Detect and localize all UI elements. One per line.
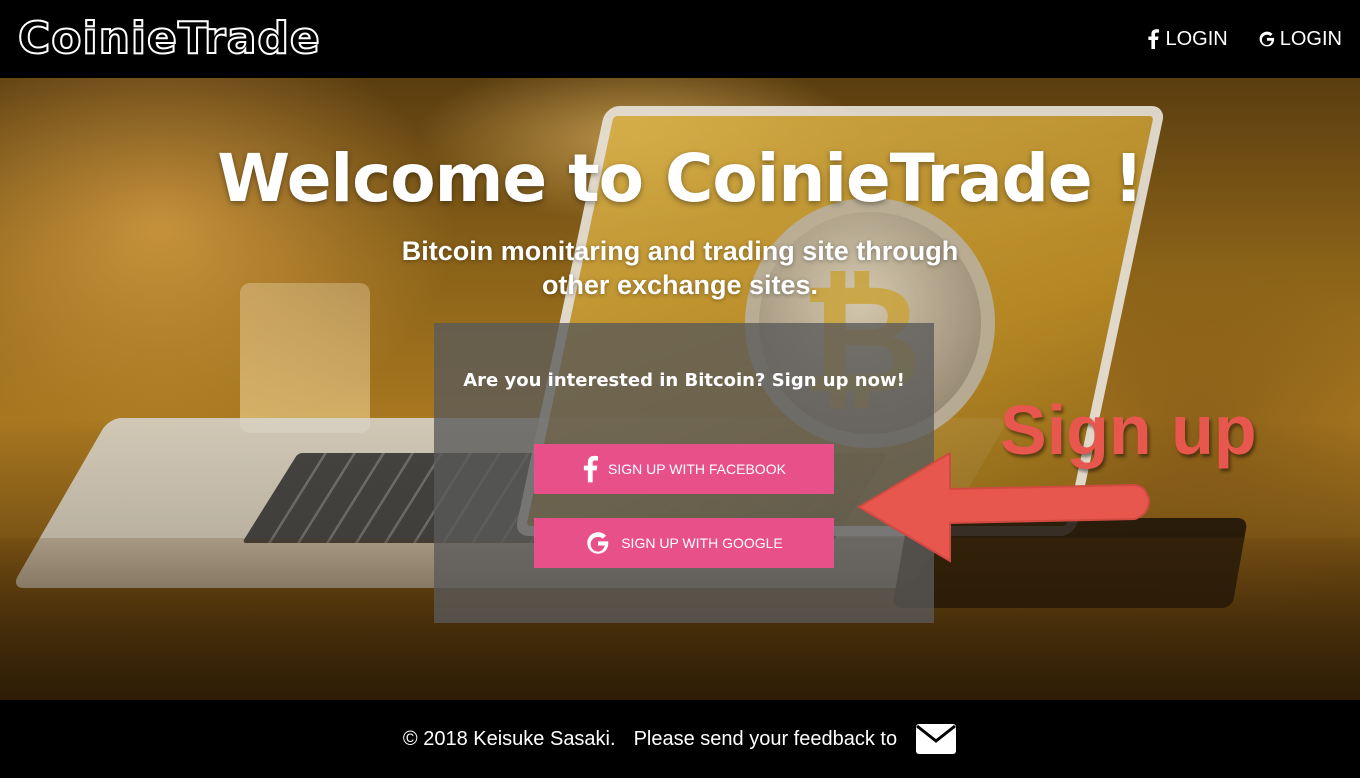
google-login-label: LOGIN (1279, 27, 1342, 50)
footer-feedback-text: Please send your feedback to (633, 727, 898, 750)
signup-prompt: Are you interested in Bitcoin? Sign up n… (463, 370, 905, 391)
signup-facebook-button[interactable]: SIGN UP WITH FACEBOOK (534, 444, 834, 494)
hero-section: ₿ Welcome to CoinieTrade ! Bitcoin monit… (0, 78, 1360, 700)
header: CoinieTrade LOGIN LOGIN (0, 0, 1360, 78)
arrow-left-icon (857, 453, 1150, 563)
google-icon (585, 530, 611, 556)
facebook-icon (1144, 29, 1162, 49)
mail-icon[interactable] (915, 723, 957, 755)
footer: © 2018 Keisuke Sasaki. Please send your … (0, 700, 1360, 778)
google-login-link[interactable]: LOGIN (1258, 28, 1342, 51)
hero-subtitle: Bitcoin monitaring and trading site thro… (401, 236, 959, 300)
login-nav: LOGIN LOGIN (1144, 28, 1342, 51)
signup-google-button[interactable]: SIGN UP WITH GOOGLE (534, 518, 834, 568)
background-glass (240, 283, 370, 433)
site-logo[interactable]: CoinieTrade (17, 16, 321, 62)
signup-google-label: SIGN UP WITH GOOGLE (621, 535, 783, 551)
facebook-login-link[interactable]: LOGIN (1144, 28, 1228, 51)
facebook-icon (582, 455, 599, 483)
footer-copyright: © 2018 Keisuke Sasaki. (402, 727, 616, 750)
signup-facebook-label: SIGN UP WITH FACEBOOK (608, 461, 786, 477)
hero-title: Welcome to CoinieTrade ! (217, 140, 1143, 217)
google-icon (1258, 29, 1276, 49)
facebook-login-label: LOGIN (1165, 27, 1228, 50)
